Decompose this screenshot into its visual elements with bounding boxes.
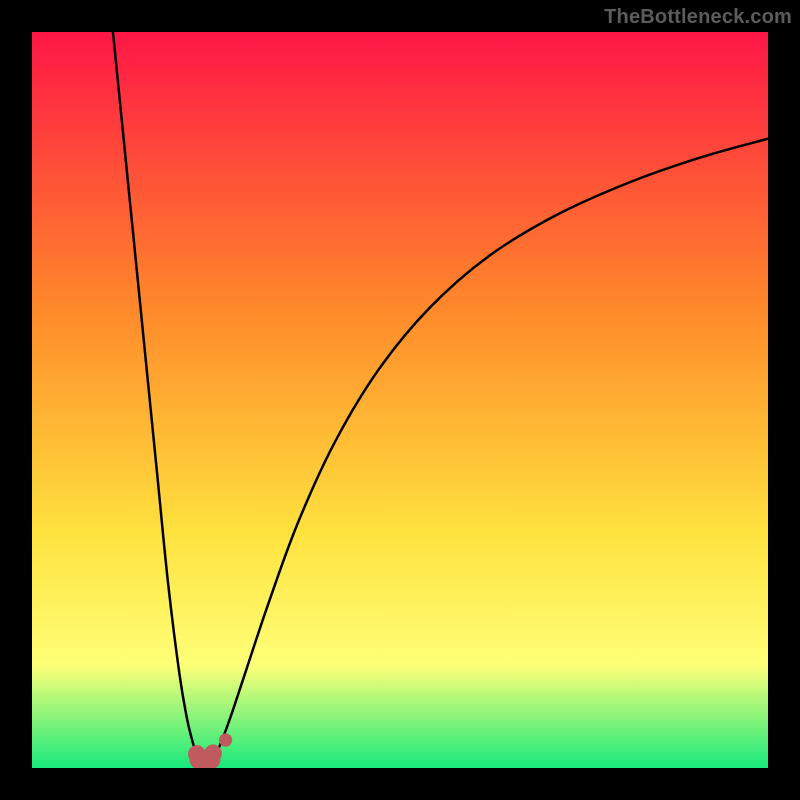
- gradient-background: [32, 32, 768, 768]
- watermark-text: TheBottleneck.com: [604, 6, 792, 29]
- bottleneck-chart: [32, 32, 768, 768]
- chart-frame: [32, 32, 768, 768]
- marker-point: [219, 733, 232, 746]
- marker-point: [204, 744, 222, 762]
